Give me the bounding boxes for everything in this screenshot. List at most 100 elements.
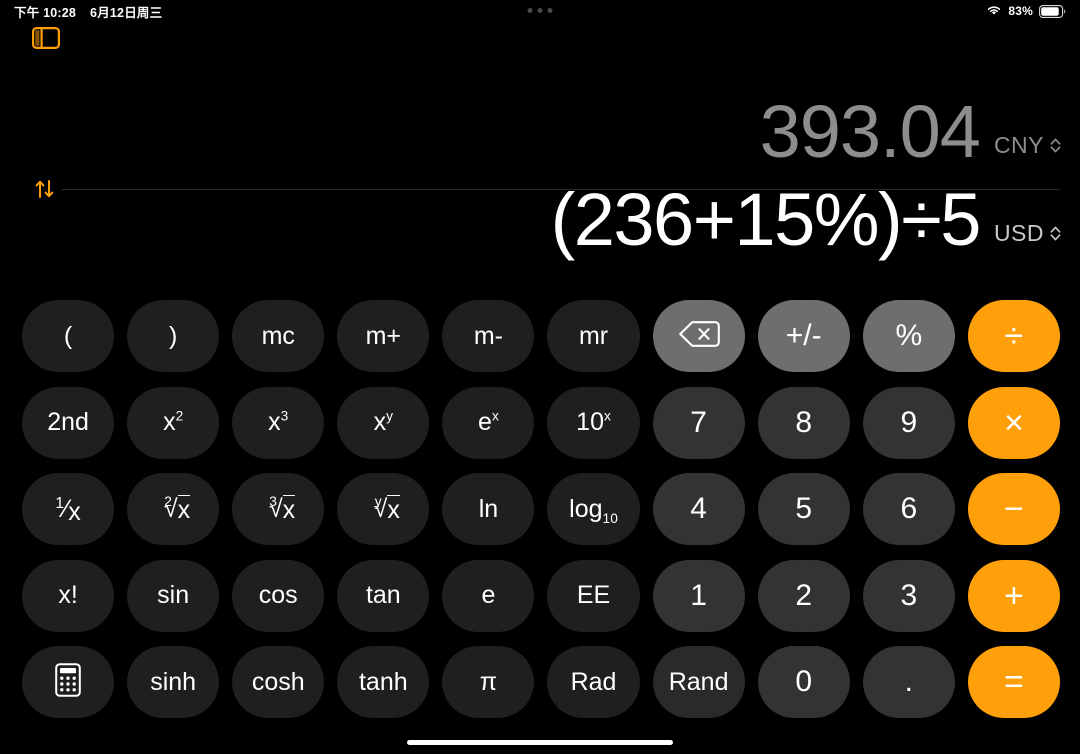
converted-value: 393.04 [759, 90, 981, 173]
conversion-result-row: 393.04 CNY [760, 95, 1062, 169]
key-subtract[interactable]: − [967, 473, 1060, 545]
expression-row: (236+15%)÷5 USD [551, 183, 1062, 257]
key-decimal[interactable]: . [862, 646, 955, 718]
key-label: 5 [795, 492, 813, 525]
chevron-up-down-icon [1049, 225, 1062, 242]
key-tan[interactable]: tan [337, 559, 430, 632]
key-rad[interactable]: Rad [547, 646, 640, 718]
key-label: 2 √ x [163, 494, 191, 524]
key-digit-5[interactable]: 5 [757, 473, 850, 545]
key-digit-3[interactable]: 3 [862, 559, 955, 632]
key-cos[interactable]: cos [232, 559, 325, 632]
key-label: xy [373, 408, 394, 436]
key-euler-e[interactable]: e [442, 559, 535, 632]
status-bar-left: 下午 10:28 6月12日周三 [14, 2, 162, 21]
key-pi[interactable]: π [442, 646, 535, 718]
key-tanh[interactable]: tanh [337, 646, 430, 718]
key-second-fn[interactable]: 2nd [22, 386, 115, 459]
key-digit-1[interactable]: 1 [652, 559, 745, 632]
key-equals[interactable]: = [967, 646, 1060, 718]
key-percent[interactable]: % [862, 300, 955, 372]
key-sign-toggle[interactable]: +/- [757, 300, 850, 372]
key-label: sinh [150, 667, 197, 696]
key-label: ( [63, 321, 73, 350]
key-label: tanh [358, 667, 408, 696]
swap-currencies-button[interactable] [33, 179, 57, 202]
wifi-icon [986, 4, 1002, 19]
key-label: cos [258, 581, 298, 609]
key-digit-6[interactable]: 6 [862, 473, 955, 545]
key-open-paren[interactable]: ( [22, 300, 115, 372]
key-ee[interactable]: EE [547, 559, 640, 632]
key-reciprocal[interactable]: 1 ⁄ x [22, 473, 115, 545]
expression-value: (236+15%)÷5 [550, 178, 982, 261]
multitask-dots-icon[interactable] [527, 8, 553, 13]
key-cube-root[interactable]: 3 √ x [232, 473, 325, 545]
display-divider [62, 189, 1060, 190]
key-y-root[interactable]: y √ x [337, 473, 430, 545]
key-digit-0[interactable]: 0 [757, 646, 850, 718]
key-label: cosh [251, 667, 305, 696]
currency-code-primary: USD [993, 220, 1044, 246]
key-divide[interactable]: ÷ [967, 300, 1060, 372]
key-x-squared[interactable]: x2 [127, 386, 220, 459]
key-label: + [1003, 576, 1024, 615]
key-digit-8[interactable]: 8 [757, 386, 850, 459]
key-multiply[interactable]: × [967, 386, 1060, 459]
key-natural-log[interactable]: ln [442, 473, 535, 545]
key-log-base-10[interactable]: log10 [547, 473, 640, 545]
multitask-dot [527, 8, 533, 13]
key-label: ÷ [1004, 317, 1024, 355]
key-label: m+ [365, 321, 402, 350]
key-cosh[interactable]: cosh [232, 646, 325, 718]
key-close-paren[interactable]: ) [127, 300, 220, 372]
key-ten-power-x[interactable]: 10x [547, 386, 640, 459]
key-m-plus[interactable]: m+ [337, 300, 430, 372]
sidebar-toggle-icon [32, 26, 60, 54]
key-digit-9[interactable]: 9 [862, 386, 955, 459]
calculator-display: 393.04 CNY (236+15%)÷5 USD [0, 95, 1080, 285]
sidebar-toggle-button[interactable] [30, 26, 62, 54]
home-indicator[interactable] [407, 740, 673, 745]
status-date: 6月12日周三 [90, 5, 163, 20]
key-digit-4[interactable]: 4 [652, 473, 745, 545]
key-label: y √ x [373, 494, 400, 524]
key-label: 1 ⁄ x [55, 494, 81, 526]
keypad-row: 1 ⁄ x 2 √ x 3 √ x y √ x ln log10 4 5 6 − [22, 473, 1060, 545]
key-label: 9 [900, 405, 918, 439]
key-label: x2 [163, 408, 184, 436]
key-mr[interactable]: mr [547, 300, 640, 372]
key-e-power-x[interactable]: ex [442, 386, 535, 459]
key-sin[interactable]: sin [127, 559, 220, 632]
key-sinh[interactable]: sinh [127, 646, 220, 718]
key-calculator-mode[interactable] [22, 646, 115, 718]
status-bar-right: 83% [986, 4, 1066, 19]
currency-selector-secondary[interactable]: CNY [994, 132, 1062, 159]
key-delete[interactable] [652, 300, 745, 372]
currency-selector-primary[interactable]: USD [994, 220, 1062, 247]
key-label: tan [365, 581, 401, 609]
key-m-minus[interactable]: m- [442, 300, 535, 372]
key-factorial[interactable]: x! [22, 559, 115, 632]
key-digit-2[interactable]: 2 [757, 559, 850, 632]
multitask-dot [537, 8, 543, 13]
key-label: x! [58, 581, 78, 609]
key-label: mr [578, 321, 609, 350]
key-label: ex [478, 408, 499, 436]
key-rand[interactable]: Rand [652, 646, 745, 718]
key-label: − [1003, 490, 1024, 528]
key-mc[interactable]: mc [232, 300, 325, 372]
key-label: 1 [690, 578, 707, 612]
key-add[interactable]: + [967, 559, 1060, 632]
key-label: e [481, 581, 496, 609]
key-square-root[interactable]: 2 √ x [127, 473, 220, 545]
key-label: ) [168, 321, 178, 350]
key-label: EE [576, 581, 611, 609]
key-digit-7[interactable]: 7 [652, 386, 745, 459]
status-time: 下午 10:28 [14, 5, 77, 20]
keypad-row: 2nd x2 x3 xy ex 10x 7 8 9 × [22, 386, 1060, 459]
key-x-cubed[interactable]: x3 [232, 386, 325, 459]
key-label: = [1003, 663, 1024, 701]
key-x-power-y[interactable]: xy [337, 386, 430, 459]
key-label: π [479, 667, 498, 696]
